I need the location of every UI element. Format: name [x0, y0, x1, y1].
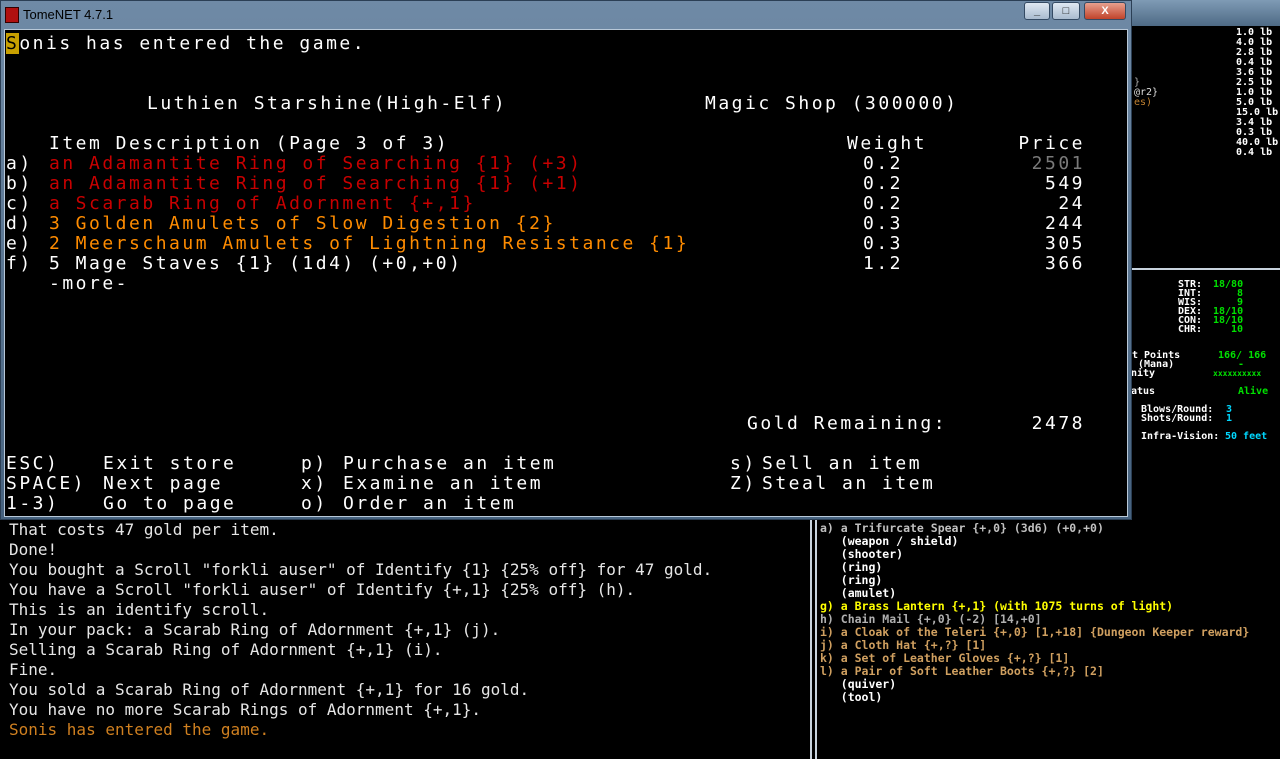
item-description[interactable]: a Scarab Ring of Adornment {+,1}: [49, 194, 476, 214]
item-key[interactable]: a): [6, 154, 33, 174]
shots-value: 1: [1226, 413, 1233, 424]
stat-chr-value: 10: [1230, 324, 1243, 335]
command-key[interactable]: o): [301, 494, 328, 514]
command-key[interactable]: 1-3): [6, 494, 59, 514]
divider: [1130, 268, 1280, 270]
cursor: S: [6, 33, 20, 54]
item-price: 24: [1058, 193, 1085, 214]
item-description[interactable]: an Adamantite Ring of Searching {1} (+1): [49, 174, 582, 194]
message-line: You bought a Scroll "forkli auser" of Id…: [9, 560, 713, 579]
status-value: Alive: [1238, 386, 1269, 397]
command-label[interactable]: Exit store: [103, 454, 236, 474]
header-description: Item Description (Page 3 of 3): [49, 133, 450, 154]
command-key[interactable]: Z): [730, 474, 757, 494]
store-terminal: Sonis has entered the game. Luthien Star…: [4, 29, 1128, 517]
background-titlebar: [1130, 0, 1280, 26]
item-weight: 1.2: [863, 253, 904, 274]
more-indicator[interactable]: -more-: [49, 274, 129, 294]
maximize-button[interactable]: □: [1052, 2, 1080, 20]
sanity-label: nity: [1131, 368, 1156, 379]
player-name: Luthien Starshine(High-Elf): [147, 93, 508, 114]
item-weight: 0.2: [863, 173, 904, 194]
command-label[interactable]: Next page: [103, 474, 223, 494]
sanity-bar: xxxxxxxxxx: [1213, 369, 1262, 378]
item-price: 305: [1044, 233, 1085, 254]
command-label[interactable]: Sell an item: [762, 454, 922, 474]
top-message: Sonis has entered the game.: [6, 33, 367, 54]
shop-name: Magic Shop (300000): [705, 93, 959, 114]
item-price: 2501: [1031, 153, 1085, 174]
background-weight: 0.4 lb: [1236, 147, 1273, 158]
gold-value: 2478: [1031, 413, 1085, 434]
command-key[interactable]: p): [301, 454, 328, 474]
header-weight: Weight: [847, 133, 928, 154]
item-weight: 0.3: [863, 233, 904, 254]
store-window: TomeNET 4.7.1 _ □ X Sonis has entered th…: [0, 0, 1132, 520]
item-key[interactable]: e): [6, 234, 33, 254]
item-description[interactable]: an Adamantite Ring of Searching {1} (+3): [49, 154, 582, 174]
item-price: 549: [1044, 173, 1085, 194]
item-weight: 0.3: [863, 213, 904, 234]
stat-chr-label: CHR:: [1178, 324, 1203, 335]
item-weight: 0.2: [863, 153, 904, 174]
gold-label: Gold Remaining:: [747, 413, 948, 434]
item-weight: 0.2: [863, 193, 904, 214]
close-button[interactable]: X: [1084, 2, 1126, 20]
item-price: 366: [1044, 253, 1085, 274]
window-title: TomeNET 4.7.1: [23, 7, 114, 22]
item-description[interactable]: 2 Meerschaum Amulets of Lightning Resist…: [49, 234, 689, 254]
message-line: Sonis has entered the game.: [9, 720, 270, 739]
app-icon: [5, 7, 19, 23]
command-label[interactable]: Go to page: [103, 494, 236, 514]
message-log: That costs 47 gold per item. Done! You bou…: [0, 520, 812, 759]
infra-label: Infra-Vision:: [1141, 431, 1220, 442]
command-key[interactable]: s): [730, 454, 757, 474]
item-description[interactable]: 3 Golden Amulets of Slow Digestion {2}: [49, 214, 556, 234]
message-line: This is an identify scroll.: [9, 600, 270, 619]
message-line: Fine.: [9, 660, 58, 679]
command-label[interactable]: Purchase an item: [343, 454, 556, 474]
item-key[interactable]: c): [6, 194, 33, 214]
message-line: You have no more Scarab Rings of Adornme…: [9, 700, 482, 719]
command-label[interactable]: Examine an item: [343, 474, 543, 494]
message-line: You sold a Scarab Ring of Adornment {+,1…: [9, 680, 530, 699]
message-line: Done!: [9, 540, 58, 559]
equipment-list: a) a Trifurcate Spear {+,0} (3d6) (+0,+0…: [815, 520, 1280, 759]
background-fragment: es): [1134, 97, 1153, 108]
item-key[interactable]: d): [6, 214, 33, 234]
shots-label: Shots/Round:: [1141, 413, 1214, 424]
command-key[interactable]: ESC): [6, 454, 59, 474]
command-key[interactable]: SPACE): [6, 474, 86, 494]
infra-value: 50 feet: [1225, 431, 1268, 442]
message-line: That costs 47 gold per item.: [9, 520, 279, 539]
item-price: 244: [1044, 213, 1085, 234]
message-line: Selling a Scarab Ring of Adornment {+,1}…: [9, 640, 443, 659]
minimize-button[interactable]: _: [1024, 2, 1050, 20]
equipment-slot[interactable]: (tool): [820, 691, 883, 704]
title-bar[interactable]: TomeNET 4.7.1 _ □ X: [1, 1, 1133, 28]
command-label[interactable]: Order an item: [343, 494, 516, 514]
item-key[interactable]: f): [6, 254, 33, 274]
command-key[interactable]: x): [301, 474, 328, 494]
header-price: Price: [1018, 133, 1085, 154]
item-key[interactable]: b): [6, 174, 33, 194]
command-label[interactable]: Steal an item: [762, 474, 935, 494]
top-message-text: onis has entered the game.: [19, 33, 367, 54]
item-description[interactable]: 5 Mage Staves {1} (1d4) (+0,+0): [49, 254, 462, 274]
message-line: In your pack: a Scarab Ring of Adornment…: [9, 620, 501, 639]
status-label: atus: [1131, 386, 1156, 397]
message-line: You have a Scroll "forkli auser" of Iden…: [9, 580, 636, 599]
